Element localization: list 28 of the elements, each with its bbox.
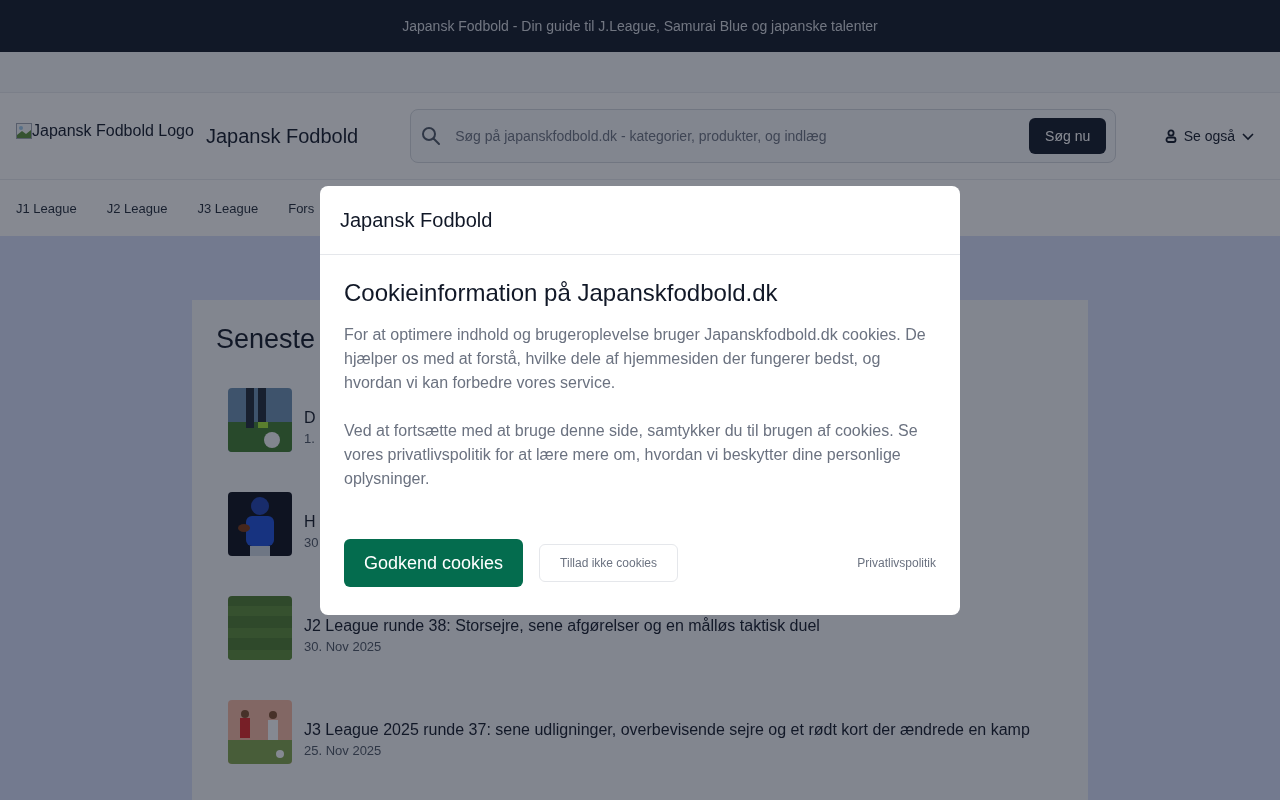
dialog-heading: Cookieinformation på Japanskfodbold.dk (344, 279, 779, 307)
nav-link[interactable]: J2 League (106, 200, 168, 216)
nav-link[interactable]: J3 League (197, 200, 259, 216)
article-title[interactable]: J3 League 2025 runde 37: sene udligninger, overbevisende sejre og et rødt kort der ændrede en kamp (304, 721, 1030, 739)
dialog-paragraph: Ved at fortsætte med at bruge denne side, samtykker du til brugen af cookies. Se vores privatlivspolitik for at lære mere om, hvordan vi beskytter dine personlige oplysninger. (344, 421, 919, 489)
article-title[interactable]: J2 League runde 38: Storsejre, sene afgørelser og en målløs taktisk duel (304, 617, 820, 635)
search-icon (421, 126, 442, 146)
logo-image[interactable]: Japansk Fodbold Logo (16, 122, 194, 140)
article-date: 30. Nov 2025 (304, 639, 382, 654)
nav-link[interactable]: Fors (288, 200, 315, 216)
banner-text: Japansk Fodbold - Din guide til J.League, Samurai Blue og japanske talenter (402, 18, 878, 34)
accept-button[interactable]: Godkend cookies (344, 539, 524, 587)
decline-button[interactable]: Tillad ikke cookies (539, 544, 679, 582)
dialog-title: Japansk Fodbold (340, 208, 493, 232)
article-title[interactable]: D (304, 409, 316, 427)
site-name[interactable]: Japansk Fodbold (205, 124, 359, 148)
article-title[interactable]: H (304, 513, 316, 531)
nav-link[interactable]: J1 League (16, 200, 77, 216)
article-date: 30 (304, 535, 319, 550)
dialog-paragraph: For at optimere indhold og brugeroplevelse bruger Japanskfodbold.dk cookies. De hjælper os med at forstå, hvilke dele af hjemmesiden der fungerer bedst, og hvordan vi kan forbedre vores service. (344, 325, 927, 393)
search-button[interactable]: Søg nu (1029, 118, 1107, 154)
search-field[interactable]: Søg på japanskfodbold.dk - kategorier, produkter, og indlæg Søg nu (410, 109, 1117, 163)
article-date: 25. Nov 2025 (304, 743, 382, 758)
privacy-link[interactable]: Privatlivspolitik (857, 556, 936, 570)
see-also-menu[interactable]: Se også (1163, 128, 1255, 144)
article-date: 1. (304, 431, 315, 446)
user-icon (1163, 129, 1178, 143)
section-heading: Seneste (216, 324, 316, 355)
